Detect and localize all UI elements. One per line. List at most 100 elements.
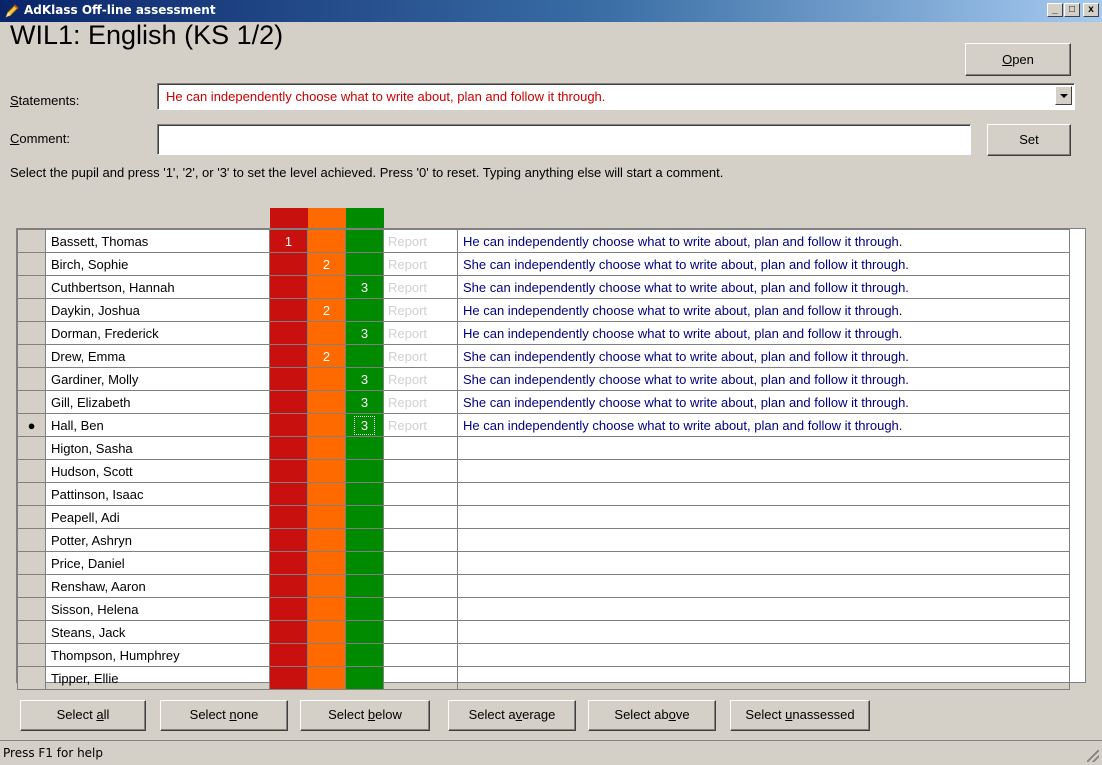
- report-link[interactable]: Report: [383, 229, 458, 253]
- row-selector[interactable]: [17, 390, 46, 414]
- level-1-cell[interactable]: [269, 666, 308, 690]
- table-row[interactable]: Dorman, Frederick 3 Report He can independe…: [17, 321, 1070, 345]
- pupil-name[interactable]: Dorman, Frederick: [45, 321, 270, 345]
- report-link[interactable]: Report: [383, 413, 458, 437]
- row-selector[interactable]: [17, 505, 46, 529]
- level-3-cell[interactable]: 3: [345, 390, 384, 414]
- level-1-cell[interactable]: [269, 344, 308, 368]
- pupil-comment[interactable]: She can independently choose what to wri…: [457, 275, 1070, 299]
- pupil-comment[interactable]: She can independently choose what to wri…: [457, 390, 1070, 414]
- select-none-button[interactable]: Select none: [160, 700, 288, 731]
- level-2-cell[interactable]: [307, 574, 346, 598]
- table-row[interactable]: Gardiner, Molly 3 Report She can independen…: [17, 367, 1070, 391]
- report-link[interactable]: [383, 551, 458, 575]
- pupil-comment[interactable]: [457, 574, 1070, 598]
- level-2-cell[interactable]: [307, 620, 346, 644]
- report-link[interactable]: Report: [383, 344, 458, 368]
- row-selector[interactable]: [17, 620, 46, 644]
- level-3-cell[interactable]: [345, 551, 384, 575]
- table-row[interactable]: ● Hall, Ben 3 Report He can independently ch…: [17, 413, 1070, 437]
- select-above-button[interactable]: Select above: [588, 700, 716, 731]
- resize-grip-icon[interactable]: [1087, 750, 1099, 762]
- pupil-comment[interactable]: She can independently choose what to wri…: [457, 252, 1070, 276]
- row-selector[interactable]: [17, 298, 46, 322]
- level-2-cell[interactable]: [307, 459, 346, 483]
- level-2-cell[interactable]: [307, 482, 346, 506]
- pupil-name[interactable]: Sisson, Helena: [45, 597, 270, 621]
- row-selector[interactable]: [17, 344, 46, 368]
- pupil-comment[interactable]: She can independently choose what to wri…: [457, 344, 1070, 368]
- report-link[interactable]: Report: [383, 252, 458, 276]
- report-link[interactable]: Report: [383, 390, 458, 414]
- level-2-cell[interactable]: [307, 413, 346, 437]
- level-1-cell[interactable]: [269, 574, 308, 598]
- level-2-cell[interactable]: 2: [307, 344, 346, 368]
- row-selector[interactable]: [17, 459, 46, 483]
- level-1-cell[interactable]: [269, 528, 308, 552]
- row-selector[interactable]: [17, 528, 46, 552]
- table-row[interactable]: Thompson, Humphrey: [17, 643, 1070, 667]
- level-2-cell[interactable]: [307, 528, 346, 552]
- level-3-cell[interactable]: [345, 666, 384, 690]
- report-link[interactable]: Report: [383, 367, 458, 391]
- level-2-cell[interactable]: [307, 321, 346, 345]
- level-1-cell[interactable]: [269, 275, 308, 299]
- level-3-cell[interactable]: [345, 436, 384, 460]
- pupil-comment[interactable]: [457, 436, 1070, 460]
- row-selector[interactable]: [17, 229, 46, 253]
- level-1-cell[interactable]: [269, 551, 308, 575]
- select-average-button[interactable]: Select average: [448, 700, 576, 731]
- pupil-name[interactable]: Birch, Sophie: [45, 252, 270, 276]
- level-2-cell[interactable]: [307, 505, 346, 529]
- level-3-cell[interactable]: [345, 298, 384, 322]
- level-2-cell[interactable]: 2: [307, 298, 346, 322]
- level-3-header[interactable]: [346, 208, 384, 228]
- table-row[interactable]: Daykin, Joshua 2 Report He can independentl…: [17, 298, 1070, 322]
- table-row[interactable]: Steans, Jack: [17, 620, 1070, 644]
- report-link[interactable]: Report: [383, 275, 458, 299]
- chevron-down-icon[interactable]: [1055, 86, 1072, 105]
- pupil-comment[interactable]: [457, 505, 1070, 529]
- pupil-comment[interactable]: [457, 620, 1070, 644]
- maximize-button[interactable]: □: [1064, 3, 1080, 17]
- table-row[interactable]: Sisson, Helena: [17, 597, 1070, 621]
- level-3-cell[interactable]: [345, 344, 384, 368]
- row-selector[interactable]: [17, 643, 46, 667]
- row-selector[interactable]: [17, 321, 46, 345]
- row-selector[interactable]: [17, 574, 46, 598]
- table-row[interactable]: Cuthbertson, Hannah 3 Report She can indepe…: [17, 275, 1070, 299]
- select-below-button[interactable]: Select below: [300, 700, 430, 731]
- pupil-comment[interactable]: [457, 528, 1070, 552]
- level-1-cell[interactable]: [269, 643, 308, 667]
- level-1-cell[interactable]: 1: [269, 229, 308, 253]
- level-2-cell[interactable]: [307, 643, 346, 667]
- level-2-cell[interactable]: [307, 597, 346, 621]
- table-row[interactable]: Renshaw, Aaron: [17, 574, 1070, 598]
- pupil-name[interactable]: Hall, Ben: [45, 413, 270, 437]
- row-selector[interactable]: ●: [17, 413, 46, 437]
- report-link[interactable]: [383, 459, 458, 483]
- level-2-cell[interactable]: [307, 275, 346, 299]
- row-selector[interactable]: [17, 367, 46, 391]
- level-1-cell[interactable]: [269, 597, 308, 621]
- pupil-comment[interactable]: He can independently choose what to writ…: [457, 298, 1070, 322]
- minimize-button[interactable]: _: [1047, 3, 1063, 17]
- table-row[interactable]: Hudson, Scott: [17, 459, 1070, 483]
- table-row[interactable]: Peapell, Adi: [17, 505, 1070, 529]
- pupil-name[interactable]: Thompson, Humphrey: [45, 643, 270, 667]
- pupil-comment[interactable]: He can independently choose what to writ…: [457, 413, 1070, 437]
- pupil-name[interactable]: Potter, Ashryn: [45, 528, 270, 552]
- select-unassessed-button[interactable]: Select unassessed: [730, 700, 870, 731]
- pupil-comment[interactable]: [457, 482, 1070, 506]
- table-row[interactable]: Birch, Sophie 2 Report She can independentl…: [17, 252, 1070, 276]
- select-all-button[interactable]: Select all: [20, 700, 146, 731]
- level-3-cell[interactable]: [345, 528, 384, 552]
- level-2-cell[interactable]: [307, 229, 346, 253]
- level-1-cell[interactable]: [269, 505, 308, 529]
- level-1-cell[interactable]: [269, 413, 308, 437]
- pupil-comment[interactable]: [457, 551, 1070, 575]
- level-3-cell[interactable]: [345, 252, 384, 276]
- report-link[interactable]: [383, 574, 458, 598]
- pupil-name[interactable]: Pattinson, Isaac: [45, 482, 270, 506]
- row-selector[interactable]: [17, 436, 46, 460]
